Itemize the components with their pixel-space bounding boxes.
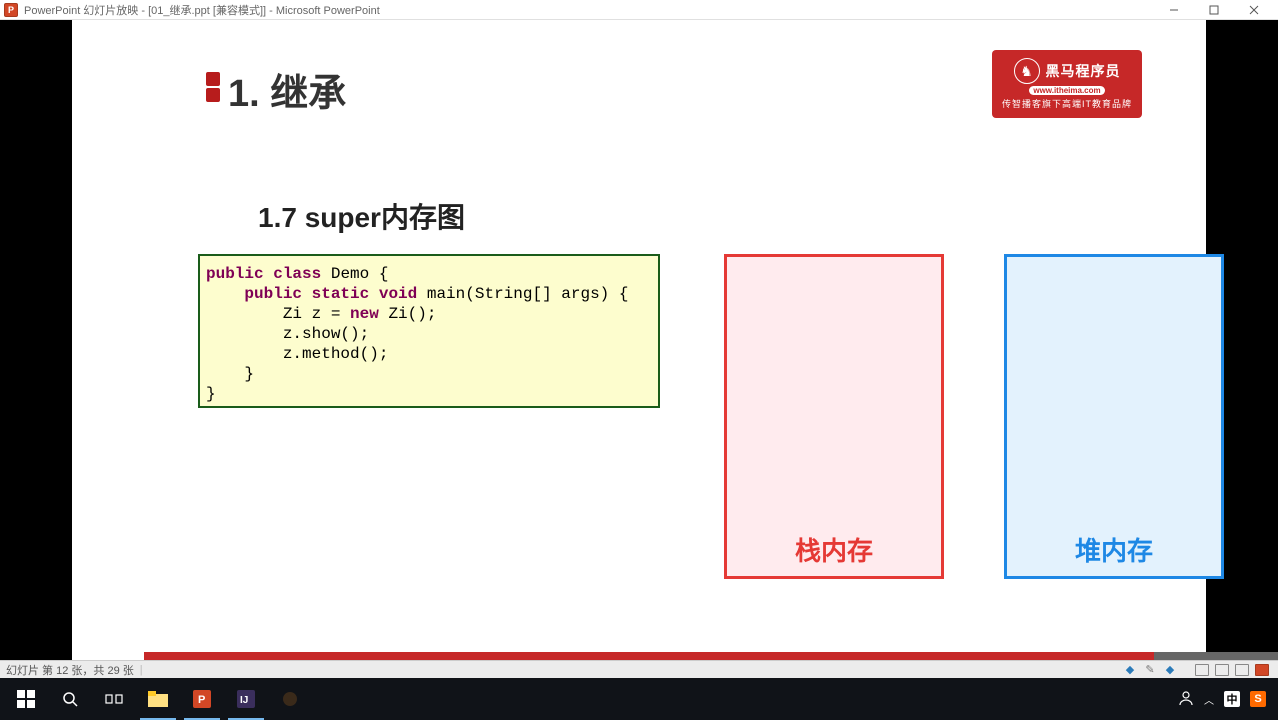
pen-tool-button[interactable]: ✎: [1141, 663, 1159, 677]
powerpoint-taskbar[interactable]: P: [180, 678, 224, 720]
slide-counter: 幻灯片 第 12 张，共 29 张: [6, 662, 134, 678]
unknown-taskbar-app[interactable]: [268, 678, 312, 720]
svg-text:IJ: IJ: [240, 695, 248, 706]
brand-logo: ♞ 黑马程序员 www.itheima.com 传智播客旗下高端IT教育品牌: [992, 50, 1142, 118]
accent-bar-grey: [1154, 652, 1278, 660]
slide-subheading: 1.7 super内存图: [258, 196, 465, 236]
people-icon[interactable]: [1178, 690, 1194, 709]
reading-view-button[interactable]: [1233, 663, 1251, 677]
minimize-button[interactable]: [1154, 0, 1194, 20]
window-controls: [1154, 0, 1274, 20]
maximize-button[interactable]: [1194, 0, 1234, 20]
tray-chevron-up-icon[interactable]: ︿: [1204, 692, 1214, 707]
slide-show-area[interactable]: 1. 继承 ♞ 黑马程序员 www.itheima.com 传智播客旗下高端IT…: [0, 20, 1278, 660]
heading-decor-icon: [206, 70, 220, 104]
code-block: public class Demo { public static void m…: [198, 254, 660, 408]
start-button[interactable]: [4, 678, 48, 720]
task-view-button[interactable]: [92, 678, 136, 720]
accent-bar: [144, 652, 1154, 660]
ime-indicator[interactable]: 中: [1224, 691, 1240, 707]
slide: 1. 继承 ♞ 黑马程序员 www.itheima.com 传智播客旗下高端IT…: [72, 20, 1206, 660]
statusbar: 幻灯片 第 12 张，共 29 张 | ◆ ✎ ◆: [0, 660, 1278, 678]
search-button[interactable]: [48, 678, 92, 720]
brand-name: 黑马程序员: [1046, 61, 1121, 81]
heap-memory-box: 堆内存: [1004, 254, 1224, 579]
slideshow-view-button[interactable]: [1253, 663, 1271, 677]
titlebar: P PowerPoint 幻灯片放映 - [01_继承.ppt [兼容模式]] …: [0, 0, 1278, 20]
slide-heading: 1. 继承: [228, 62, 346, 117]
stack-memory-box: 栈内存: [724, 254, 944, 579]
prev-slide-button[interactable]: ◆: [1121, 663, 1139, 677]
file-explorer-taskbar[interactable]: [136, 678, 180, 720]
close-button[interactable]: [1234, 0, 1274, 20]
sorter-view-button[interactable]: [1213, 663, 1231, 677]
normal-view-button[interactable]: [1193, 663, 1211, 677]
window-title: PowerPoint 幻灯片放映 - [01_继承.ppt [兼容模式]] - …: [24, 2, 1154, 18]
svg-text:P: P: [198, 694, 205, 706]
next-slide-button[interactable]: ◆: [1161, 663, 1179, 677]
taskbar: P IJ ︿ 中 S: [0, 678, 1278, 720]
powerpoint-icon: P: [4, 3, 18, 17]
system-tray: ︿ 中 S: [1170, 690, 1274, 709]
brand-slogan: 传智播客旗下高端IT教育品牌: [1002, 97, 1132, 110]
stack-label: 栈内存: [795, 531, 873, 568]
sogou-ime-icon[interactable]: S: [1250, 691, 1266, 707]
horse-icon: ♞: [1014, 58, 1040, 84]
brand-url: www.itheima.com: [1029, 86, 1104, 95]
heap-label: 堆内存: [1075, 531, 1153, 568]
intellij-taskbar[interactable]: IJ: [224, 678, 268, 720]
